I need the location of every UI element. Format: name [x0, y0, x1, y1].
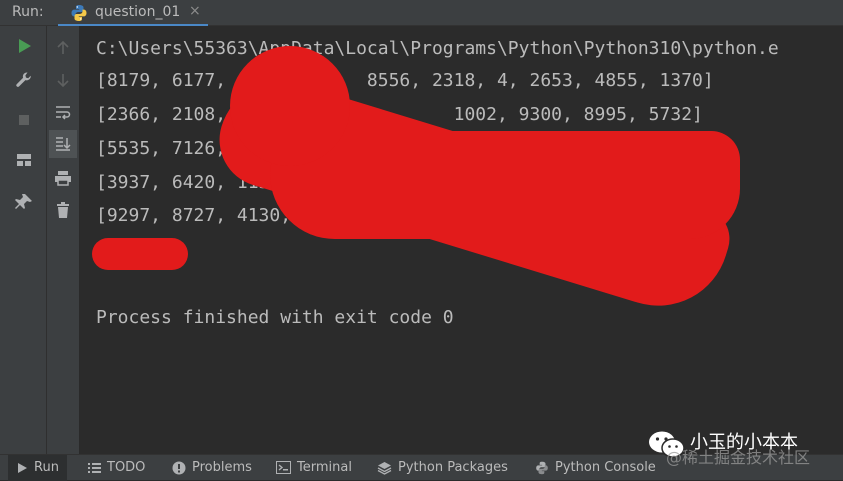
- console-line-output: [8179, 6177, 8556, 2318, 4, 2653, 4855, …: [96, 70, 714, 91]
- pin-icon[interactable]: [14, 192, 34, 212]
- scroll-to-end-icon: [56, 137, 71, 151]
- tab-problems[interactable]: Problems: [172, 455, 252, 481]
- arrow-up-icon[interactable]: [53, 38, 73, 58]
- print-icon[interactable]: [53, 168, 73, 188]
- tab-terminal[interactable]: Terminal: [276, 455, 352, 481]
- arrow-down-icon[interactable]: [53, 70, 73, 90]
- tab-python-packages[interactable]: Python Packages: [377, 455, 508, 481]
- tab-question-01[interactable]: question_01 ×: [58, 0, 208, 27]
- wrench-icon[interactable]: [14, 70, 34, 90]
- run-tool-window-header: Run: question_01 ×: [0, 0, 843, 27]
- info-icon: [172, 461, 186, 474]
- run-label: Run:: [12, 4, 44, 20]
- terminal-icon: [276, 461, 291, 474]
- run-toolbar: [0, 26, 46, 454]
- redaction-mark: [230, 46, 350, 166]
- layout-icon[interactable]: [14, 150, 34, 170]
- tab-python-console[interactable]: Python Console: [535, 455, 656, 481]
- console-line-exit-status: Process finished with exit code 0: [96, 307, 454, 328]
- console-output[interactable]: C:\Users\55363\AppData\Local\Programs\Py…: [80, 26, 843, 454]
- python-icon: [536, 461, 548, 474]
- tab-terminal-label: Terminal: [297, 460, 352, 475]
- redaction-mark: [92, 238, 188, 270]
- tab-python-console-label: Python Console: [555, 460, 656, 475]
- tab-run[interactable]: Run: [8, 455, 67, 481]
- watermark-subtitle: @稀土掘金技术社区: [666, 448, 811, 467]
- soft-wrap-icon[interactable]: [53, 102, 73, 122]
- tab-python-packages-label: Python Packages: [398, 460, 508, 475]
- scroll-to-end-toggle[interactable]: [49, 130, 77, 158]
- redaction-mark: [270, 131, 740, 239]
- trash-icon[interactable]: [53, 200, 73, 220]
- stop-icon[interactable]: [14, 110, 34, 130]
- tab-title: question_01: [95, 4, 181, 20]
- console-line-command: C:\Users\55363\AppData\Local\Programs\Py…: [96, 38, 779, 59]
- list-icon: [88, 462, 101, 473]
- close-icon[interactable]: ×: [189, 3, 201, 19]
- layers-icon: [377, 461, 392, 475]
- tab-todo-label: TODO: [107, 460, 146, 475]
- rerun-play-icon[interactable]: [14, 36, 34, 56]
- tab-problems-label: Problems: [192, 460, 252, 475]
- tab-todo[interactable]: TODO: [88, 455, 145, 481]
- watermark: 小玉的小本本 @稀土掘金技术社区: [642, 426, 842, 467]
- tab-run-label: Run: [34, 460, 59, 475]
- play-icon: [18, 462, 27, 473]
- python-file-icon: [71, 5, 87, 21]
- console-toolbar: [47, 26, 79, 454]
